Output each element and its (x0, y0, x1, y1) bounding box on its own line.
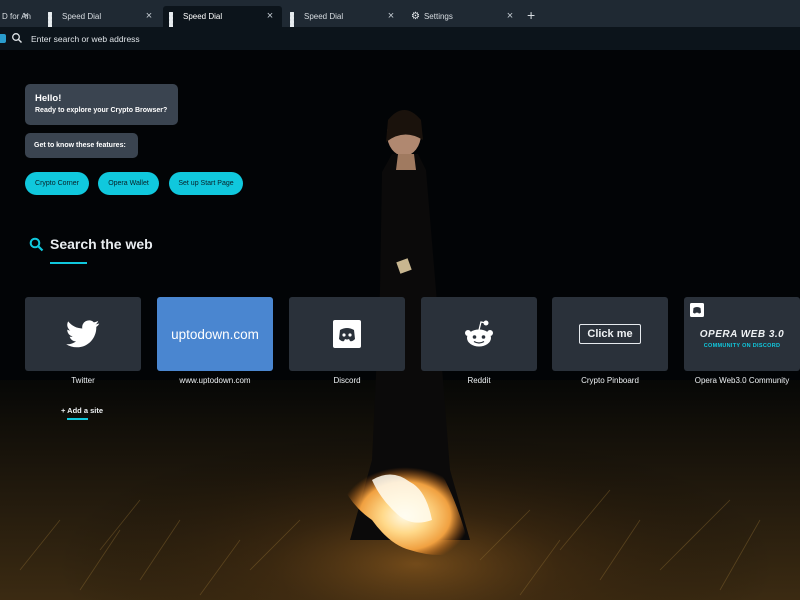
speed-dial-opera-web3-community[interactable]: OPERA WEB 3.0 COMMUNITY ON DISCORD (684, 297, 800, 371)
tab-settings[interactable]: ⚙ Settings × (405, 6, 522, 27)
reddit-icon (465, 320, 493, 347)
speed-dial-label: Crypto Pinboard (581, 376, 639, 385)
hello-bubble: Hello! Ready to explore your Crypto Brow… (25, 84, 178, 125)
speed-dial-label: Discord (333, 376, 361, 385)
tab-speed-dial-1[interactable]: Speed Dial × (42, 6, 161, 28)
search-icon (12, 33, 22, 43)
speed-dial-crypto-pinboard[interactable]: Click me (552, 297, 668, 371)
tab-0[interactable]: D for An × (0, 6, 38, 27)
tab-speed-dial-3[interactable]: Speed Dial × (284, 6, 403, 28)
hello-title: Hello! (35, 93, 62, 104)
site-info-icon[interactable] (0, 34, 6, 43)
speed-dial-grid-icon (48, 12, 57, 28)
setup-start-page-button[interactable]: Set up Start Page (169, 172, 243, 195)
tab-label: Speed Dial (183, 12, 223, 21)
discord-icon (333, 320, 361, 348)
search-underline (50, 262, 87, 264)
tab-label: Speed Dial (304, 12, 344, 21)
opera-web3-title: OPERA WEB 3.0 (699, 329, 785, 340)
address-bar (0, 27, 800, 50)
speed-dial-label: www.uptodown.com (179, 376, 251, 385)
features-text: Get to know these features: (34, 142, 126, 149)
speed-dial-uptodown[interactable]: uptodown.com (157, 297, 273, 371)
opera-web3-subtitle: COMMUNITY ON DISCORD (703, 343, 781, 349)
close-icon[interactable]: × (264, 10, 276, 22)
close-icon[interactable]: × (20, 10, 32, 22)
add-site-button[interactable]: + Add a site (61, 406, 103, 415)
tab-label: Settings (423, 12, 453, 21)
speed-dial-label: Twitter (71, 376, 95, 385)
speed-dial-label: Opera Web3.0 Community (694, 376, 790, 385)
speed-dial-twitter[interactable] (25, 297, 141, 371)
speed-dial-discord[interactable] (289, 297, 405, 371)
address-input[interactable] (31, 31, 631, 46)
uptodown-logo-text: uptodown.com (171, 326, 259, 342)
speed-dial-label: Reddit (467, 376, 491, 385)
twitter-bird-icon (66, 320, 100, 348)
search-icon (29, 237, 44, 251)
close-icon[interactable]: × (143, 10, 155, 22)
features-bubble: Get to know these features: (25, 133, 138, 158)
speed-dial-grid-icon (169, 12, 178, 28)
click-me-text: Click me (579, 324, 641, 344)
tab-label: Speed Dial (62, 12, 102, 21)
close-icon[interactable]: × (385, 10, 397, 22)
search-web-title: Search the web (50, 236, 153, 252)
close-icon[interactable]: × (504, 10, 516, 22)
search-the-web[interactable]: Search the web (29, 236, 153, 252)
opera-wallet-button[interactable]: Opera Wallet (98, 172, 159, 195)
crypto-corner-button[interactable]: Crypto Corner (25, 172, 89, 195)
gear-icon: ⚙ (411, 11, 420, 22)
tab-strip: D for An × Speed Dial × Speed Dial × Spe… (0, 0, 800, 28)
add-site-underline (67, 418, 88, 420)
speed-dial-reddit[interactable] (421, 297, 537, 371)
new-tab-button[interactable]: + (527, 8, 535, 22)
tab-speed-dial-active[interactable]: Speed Dial × (163, 6, 282, 28)
hello-text: Ready to explore your Crypto Browser? (35, 107, 168, 114)
speed-dial-grid-icon (290, 12, 299, 28)
discord-icon (690, 303, 704, 317)
